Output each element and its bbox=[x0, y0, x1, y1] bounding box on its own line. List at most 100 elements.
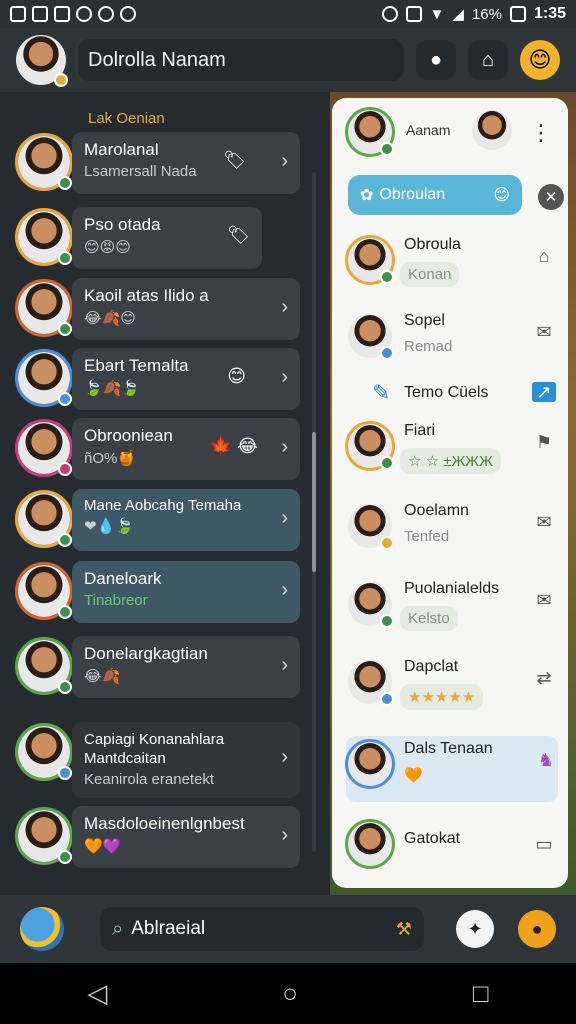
chat-list-item[interactable]: Pso otada 😊😡😊 🏷 bbox=[15, 207, 300, 269]
filter-pill[interactable]: ✿ Obroulan 😊 bbox=[348, 175, 522, 215]
chat-card[interactable]: Obrooniean ñO%🍯 🍁 😂 › bbox=[72, 418, 300, 480]
chat-preview: Keanirola eranetekt bbox=[84, 771, 215, 788]
contact-list-item[interactable]: Ooelamn Tenfed ✉ bbox=[346, 498, 556, 568]
chevron-right-icon[interactable]: › bbox=[281, 507, 288, 530]
status-badge bbox=[58, 322, 72, 336]
elephant-icon[interactable]: ♞ bbox=[534, 750, 558, 770]
contact-avatar bbox=[15, 279, 73, 337]
chat-list-item[interactable]: Donelargkagtian 😂🍂 › bbox=[15, 636, 300, 698]
chat-card[interactable]: Kaoil atas Ilido a 😂🍂😊 › bbox=[72, 278, 300, 340]
contact-avatar bbox=[15, 133, 73, 191]
home-nav-icon[interactable]: ○ bbox=[282, 978, 298, 1009]
chat-preview: ❤💧🍃 bbox=[84, 518, 134, 535]
back-icon[interactable]: ◁ bbox=[87, 978, 107, 1009]
chat-card[interactable]: Marolanal Lsamersall Nada 🏷 › bbox=[72, 132, 300, 194]
app-screen: ▼ ◢ 16% 1:35 Dolrolla Nanam ● ⌂ 😊 Lak Oe… bbox=[0, 0, 576, 1024]
chevron-right-icon[interactable]: › bbox=[281, 436, 288, 459]
contact-list-item[interactable]: Dals Tenaan 🧡 ♞ bbox=[345, 736, 558, 802]
notification-icon bbox=[98, 6, 114, 22]
contact-avatar bbox=[348, 314, 394, 360]
status-badge bbox=[380, 270, 394, 284]
chat-list-item[interactable]: Ebart Temalta 🍃🍂🍃 😊 › bbox=[15, 348, 300, 410]
chat-title: Masdoloeinenlgnbest bbox=[84, 814, 245, 833]
more-options-icon[interactable]: ⋮ bbox=[530, 120, 552, 146]
emoji-button[interactable]: 😊 bbox=[520, 40, 560, 80]
folder-icon[interactable]: ▭ bbox=[532, 834, 556, 854]
chat-list-item[interactable]: Daneloark Tinabreor › bbox=[15, 561, 300, 623]
chat-list-item[interactable]: Kaoil atas Ilido a 😂🍂😊 › bbox=[15, 278, 300, 340]
vibrate-icon bbox=[405, 6, 422, 22]
chat-card[interactable]: Ebart Temalta 🍃🍂🍃 😊 › bbox=[72, 348, 300, 410]
tag-icon: 🏷 bbox=[223, 150, 246, 170]
chat-list-item[interactable]: Masdoloeinenlgnbest 🧡💜 › bbox=[15, 806, 300, 868]
app-title[interactable]: Dolrolla Nanam bbox=[78, 39, 404, 81]
mail-icon[interactable]: ✉ bbox=[532, 322, 556, 342]
chat-title: Kaoil atas Ilido a bbox=[84, 286, 209, 305]
contact-avatar bbox=[15, 807, 73, 865]
chat-card[interactable]: Daneloark Tinabreor › bbox=[72, 561, 300, 623]
chat-card[interactable]: Pso otada 😊😡😊 🏷 bbox=[72, 207, 262, 269]
contact-status: 🧡 bbox=[404, 767, 423, 784]
chat-preview: Tinabreor bbox=[84, 592, 148, 609]
close-icon[interactable]: ✕ bbox=[538, 184, 564, 210]
contact-list-item[interactable]: Dapclat ★★★★★ ⇄ bbox=[346, 654, 556, 724]
search-bar[interactable]: ⌕ Ablraeial ⚒ bbox=[100, 907, 424, 951]
contact-avatar bbox=[15, 723, 73, 781]
flag-icon[interactable]: ⚑ bbox=[532, 432, 556, 452]
chat-list-item[interactable]: Capiagi Konanahlara Mantdcaitan Keanirol… bbox=[15, 722, 300, 798]
chevron-right-icon[interactable]: › bbox=[281, 296, 288, 319]
home-icon: ⌂ bbox=[481, 48, 495, 71]
sticker-icon[interactable]: ⚒ bbox=[396, 919, 412, 940]
contact-list-item[interactable]: Fiari ☆ ☆ ±ЖЖЖ ⚑ bbox=[345, 418, 556, 488]
chevron-right-icon[interactable]: › bbox=[281, 150, 288, 173]
chat-bubble-icon bbox=[120, 6, 136, 22]
home-icon[interactable]: ⌂ bbox=[532, 246, 556, 266]
chat-card[interactable]: Masdoloeinenlgnbest 🧡💜 › bbox=[72, 806, 300, 868]
message-icon[interactable]: ⇄ bbox=[532, 668, 556, 688]
chat-list-item[interactable]: Mane Aobcahg Temaha ❤💧🍃 › bbox=[15, 489, 300, 551]
chat-card[interactable]: Mane Aobcahg Temaha ❤💧🍃 › bbox=[72, 489, 300, 551]
chat-list-item[interactable]: Obrooniean ñO%🍯 🍁 😂 › bbox=[15, 418, 300, 480]
recents-icon[interactable]: □ bbox=[473, 978, 489, 1009]
chevron-right-icon[interactable]: › bbox=[281, 824, 288, 847]
contact-list-item[interactable]: Sopel Remad ✉ bbox=[346, 308, 556, 378]
notification-icon bbox=[76, 6, 92, 22]
chat-preview: Lsamersall Nada bbox=[84, 163, 197, 180]
chevron-right-icon[interactable]: › bbox=[281, 579, 288, 602]
contact-avatar[interactable] bbox=[472, 110, 512, 150]
signal-icon: ◢ bbox=[452, 6, 464, 23]
chevron-right-icon[interactable]: › bbox=[281, 746, 288, 769]
contact-list-item[interactable]: Puolanialelds Kelsto ✉ bbox=[346, 576, 556, 646]
home-button[interactable]: ⌂ bbox=[468, 40, 508, 80]
chat-list-item[interactable]: Marolanal Lsamersall Nada 🏷 › bbox=[15, 132, 300, 194]
mail-icon[interactable]: ✉ bbox=[532, 590, 556, 610]
voice-button[interactable]: ✦ bbox=[456, 910, 494, 948]
contact-list-item[interactable]: Obroula Konan ⌂ bbox=[345, 232, 556, 302]
status-badge bbox=[58, 605, 72, 619]
contact-name: Dals Tenaan bbox=[404, 740, 493, 757]
contact-avatar[interactable] bbox=[345, 107, 395, 157]
battery-icon bbox=[509, 6, 526, 22]
status-badge bbox=[58, 850, 72, 864]
chat-card[interactable]: Capiagi Konanahlara Mantdcaitan Keanirol… bbox=[72, 722, 300, 798]
clock: 1:35 bbox=[533, 5, 566, 22]
chevron-right-icon[interactable]: › bbox=[281, 366, 288, 389]
profile-avatar[interactable] bbox=[16, 35, 68, 87]
search-input[interactable]: Ablraeial bbox=[131, 918, 205, 940]
profile-button[interactable]: ● bbox=[416, 40, 456, 80]
smiley-icon: 😊 bbox=[493, 187, 510, 204]
chat-preview: 😂🍂 bbox=[84, 668, 121, 685]
chevron-right-icon[interactable]: › bbox=[281, 654, 288, 677]
smiley-icon: 😊 bbox=[528, 47, 552, 72]
status-badge bbox=[58, 533, 72, 547]
chart-icon[interactable]: ↗ bbox=[532, 382, 556, 402]
chat-title: Pso otada bbox=[84, 215, 161, 234]
account-button[interactable]: ● bbox=[518, 910, 556, 948]
scrollbar-thumb[interactable] bbox=[312, 432, 316, 572]
contact-list-item[interactable]: Gatokat ▭ bbox=[345, 816, 556, 886]
app-logo-icon[interactable] bbox=[20, 907, 64, 951]
mail-icon[interactable]: ✉ bbox=[532, 512, 556, 532]
notification-icon bbox=[10, 6, 26, 22]
chat-card[interactable]: Donelargkagtian 😂🍂 › bbox=[72, 636, 300, 698]
contact-avatar bbox=[348, 582, 394, 628]
